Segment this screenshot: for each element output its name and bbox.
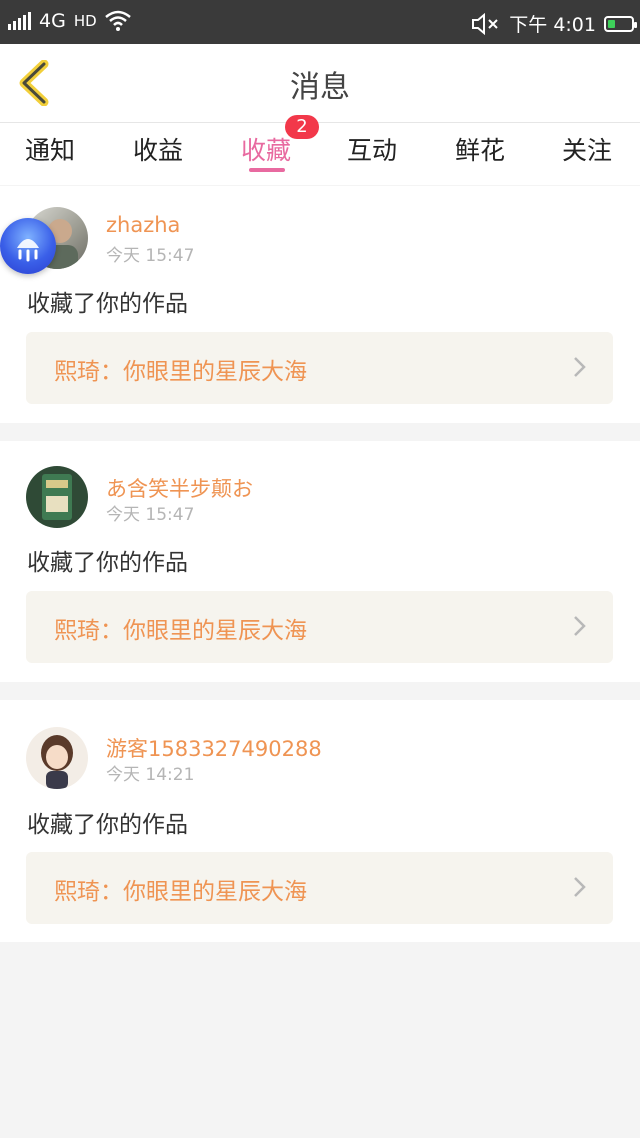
timestamp: 今天 14:21: [106, 765, 195, 785]
list-item: zhazha 今天 15:47 收藏了你的作品 熙琦：你眼里的星辰大海: [0, 186, 640, 423]
active-tab-indicator: [249, 168, 285, 172]
tab-favorites[interactable]: 收藏: [241, 131, 291, 167]
tab-notifications[interactable]: 通知: [25, 131, 75, 167]
work-title: 熙琦：你眼里的星辰大海: [54, 879, 307, 905]
battery-icon: [604, 15, 637, 32]
action-text: 收藏了你的作品: [27, 550, 188, 576]
chevron-right-icon: [574, 357, 586, 377]
work-link[interactable]: 熙琦：你眼里的星辰大海: [26, 591, 613, 663]
username[interactable]: zhazha: [106, 213, 180, 237]
header: 消息: [0, 44, 640, 123]
timestamp: 今天 15:47: [106, 246, 195, 266]
avatar[interactable]: [26, 466, 88, 528]
tab-flowers[interactable]: 鲜花: [455, 131, 505, 167]
favorites-badge: 2: [285, 115, 319, 139]
action-text: 收藏了你的作品: [27, 812, 188, 838]
chevron-right-icon: [574, 616, 586, 636]
username[interactable]: 游客1583327490288: [106, 733, 322, 763]
page-title: 消息: [290, 70, 350, 105]
work-title: 熙琦：你眼里的星辰大海: [54, 618, 307, 644]
tab-interactions[interactable]: 互动: [347, 131, 397, 167]
mute-icon: [472, 12, 498, 35]
list-item: 游客1583327490288 今天 14:21 收藏了你的作品 熙琦：你眼里的…: [0, 700, 640, 942]
wifi-icon: [104, 10, 131, 31]
chevron-right-icon: [574, 877, 586, 897]
work-link[interactable]: 熙琦：你眼里的星辰大海: [26, 332, 613, 404]
avatar[interactable]: [26, 727, 88, 789]
network-label: 4G: [39, 10, 66, 32]
tab-following[interactable]: 关注: [562, 131, 612, 167]
username[interactable]: あ含笑半步颠お: [106, 473, 253, 503]
timestamp: 今天 15:47: [106, 505, 195, 525]
work-title: 熙琦：你眼里的星辰大海: [54, 359, 307, 385]
work-link[interactable]: 熙琦：你眼里的星辰大海: [26, 852, 613, 924]
signal-icon: [8, 12, 31, 30]
assistant-icon: [17, 239, 39, 262]
status-bar: 4G HD 下午 4:01: [0, 0, 640, 44]
tab-earnings[interactable]: 收益: [133, 131, 183, 167]
list-item: あ含笑半步颠お 今天 15:47 收藏了你的作品 熙琦：你眼里的星辰大海: [0, 441, 640, 682]
action-text: 收藏了你的作品: [27, 291, 188, 317]
floating-assistant-button[interactable]: [0, 218, 56, 274]
clock: 下午 4:01: [509, 14, 596, 36]
hd-label: HD: [73, 12, 97, 30]
tab-bar: 通知 收益 收藏 互动 鲜花 关注: [0, 123, 640, 185]
